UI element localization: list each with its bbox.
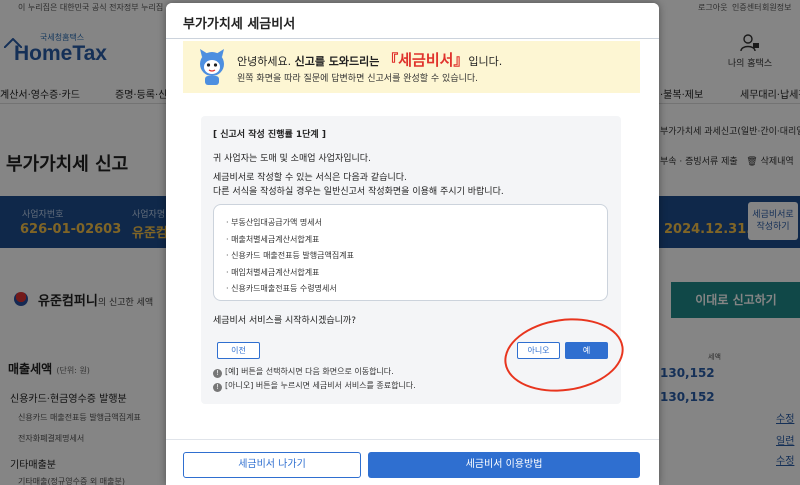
forms-intro-text: 세금비서로 작성할 수 있는 서식은 다음과 같습니다.: [213, 173, 407, 183]
info-icon: !: [213, 383, 222, 392]
previous-button[interactable]: 이전: [217, 342, 260, 359]
banner-greeting: 안녕하세요. 신고를 도와드리는 『세금비서』입니다.: [237, 49, 502, 70]
step-content-box: [ 신고서 작성 진행률 1단계 ] 귀 사업자는 도매 및 소매업 사업자입니…: [201, 116, 621, 404]
yes-button[interactable]: 예: [565, 342, 608, 359]
greeting-tail: 입니다.: [468, 55, 503, 68]
no-button[interactable]: 아니오: [517, 342, 560, 359]
assistant-name: 『세금비서』: [383, 51, 469, 69]
form-item: · 부동산임대공급가액 명세서: [226, 218, 322, 227]
exit-assistant-button[interactable]: 세금비서 나가기: [183, 452, 361, 478]
other-forms-text: 다른 서식을 작성하실 경우는 일반신고서 작성화면을 이용해 주시기 바랍니다…: [213, 187, 504, 197]
step-title: [ 신고서 작성 진행률 1단계 ]: [213, 130, 326, 140]
supported-forms-list: · 부동산임대공급가액 명세서 · 매출처별세금계산서합계표 · 신용카드 매출…: [213, 204, 608, 301]
assistant-guide-button[interactable]: 세금비서 이용방법: [368, 452, 640, 478]
form-item: · 매출처별세금계산서합계표: [226, 235, 320, 244]
greeting-text: 안녕하세요.: [237, 55, 295, 68]
yes-note: ! [예] 버튼을 선택하시면 다음 화면으로 이동합니다.: [213, 366, 394, 378]
tax-assistant-modal: 부가가치세 세금비서 안녕하세요. 신고를 도와드리는 『세금비서』입니다. 왼…: [166, 3, 659, 485]
banner-instructions: 왼쪽 화면을 따라 질문에 답변하면 신고서를 완성할 수 있습니다.: [237, 74, 479, 84]
greeting-bold: 신고를 도와드리는: [294, 55, 384, 68]
start-question: 세금비서 서비스를 시작하시겠습니까?: [213, 316, 356, 326]
modal-header: 부가가치세 세금비서: [166, 3, 659, 39]
modal-footer: 세금비서 나가기 세금비서 이용방법: [166, 439, 659, 485]
form-item: · 신용카드매출전표등 수령명세서: [226, 284, 337, 293]
info-icon: !: [213, 369, 222, 378]
assistant-banner: 안녕하세요. 신고를 도와드리는 『세금비서』입니다. 왼쪽 화면을 따라 질문…: [183, 41, 640, 93]
form-item: · 신용카드 매출전표등 발행금액집계표: [226, 251, 354, 260]
no-note: ! [아니오] 버튼을 누르시면 세금비서 서비스를 종료합니다.: [213, 380, 416, 392]
form-item: · 매입처별세금계산서합계표: [226, 268, 320, 277]
mascot-icon: [200, 49, 224, 85]
business-type-text: 귀 사업자는 도매 및 소매업 사업자입니다.: [213, 154, 371, 164]
modal-title: 부가가치세 세금비서: [183, 17, 296, 32]
